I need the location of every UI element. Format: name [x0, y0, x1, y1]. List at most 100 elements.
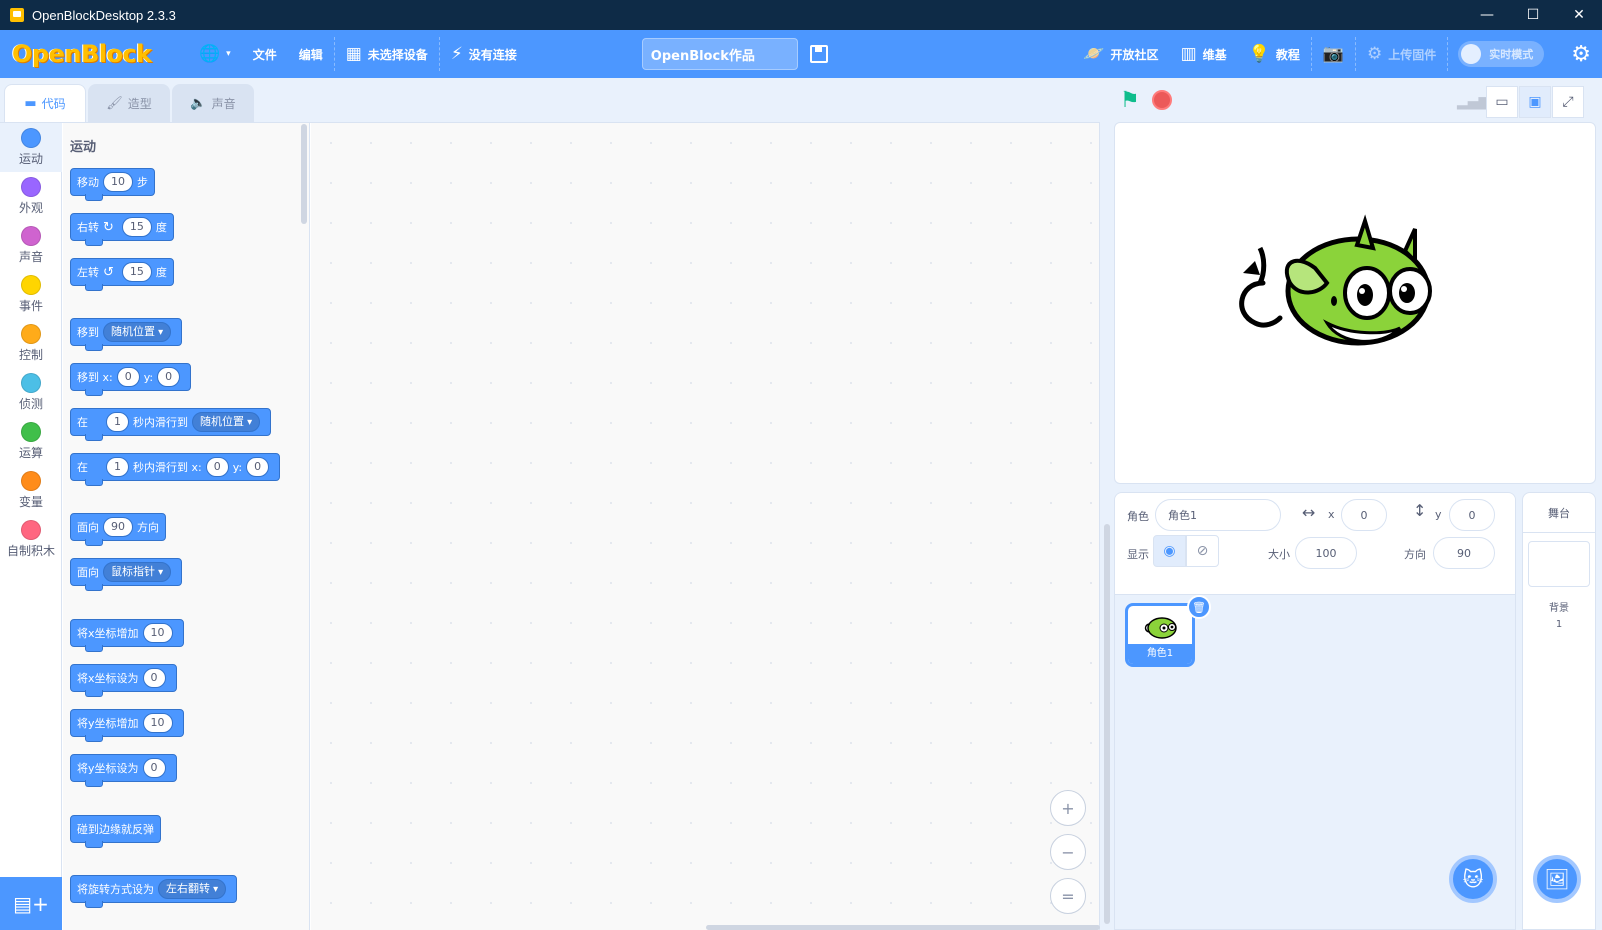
palette-heading: 运动	[70, 140, 97, 155]
block-input[interactable]: 15	[121, 262, 152, 282]
block-input[interactable]: 0	[157, 367, 181, 387]
block-set-x[interactable]: 将x坐标设为 0	[70, 664, 177, 697]
block-dropdown[interactable]: 随机位置	[192, 412, 261, 432]
block-input[interactable]: 1	[106, 412, 129, 432]
green-flag-icon[interactable]: ⚑	[1120, 90, 1142, 112]
category-looks[interactable]: 外观	[0, 172, 62, 221]
block-input[interactable]: 0	[205, 457, 229, 477]
category-sound[interactable]: 声音	[0, 221, 62, 270]
block-dropdown[interactable]: 左右翻转	[158, 879, 227, 899]
tab-costumes[interactable]: 🖌 造型	[88, 84, 170, 122]
edit-menu[interactable]: 编辑	[288, 30, 334, 78]
stage-panel-title: 舞台	[1523, 493, 1595, 533]
community-button[interactable]: 🪐 开放社区	[1072, 30, 1169, 78]
block-turn-right[interactable]: 右转 ↻ 15 度	[70, 213, 174, 246]
block-point-towards[interactable]: 面向 鼠标指针	[70, 558, 183, 591]
block-input[interactable]: 90	[103, 517, 133, 537]
add-backdrop-button[interactable]: 🖼	[1533, 855, 1581, 903]
realtime-mode-toggle[interactable]: 实时模式	[1458, 41, 1545, 67]
stage-target-panel[interactable]: 舞台 背景 1 🖼	[1522, 492, 1596, 930]
close-button[interactable]: ✕	[1556, 0, 1602, 30]
block-rotation-style[interactable]: 将旋转方式设为 左右翻转	[70, 875, 238, 908]
zoom-out-button[interactable]: −	[1050, 834, 1086, 870]
save-icon[interactable]	[809, 45, 828, 63]
block-change-x[interactable]: 将x坐标增加 10	[70, 619, 184, 652]
hide-sprite-eye-icon[interactable]: ⊘	[1186, 535, 1219, 567]
script-workspace[interactable]	[311, 123, 1100, 930]
minimize-button[interactable]: —	[1464, 0, 1510, 30]
category-dot	[21, 324, 41, 344]
palette-scrollbar[interactable]	[301, 124, 307, 224]
settings-gear-icon[interactable]: ⚙	[1560, 30, 1602, 78]
y-input[interactable]: 0	[1449, 499, 1495, 531]
upload-firmware-button[interactable]: ⚙ 上传固件	[1356, 30, 1447, 78]
direction-input[interactable]: 90	[1433, 537, 1495, 569]
file-menu[interactable]: 文件	[242, 30, 288, 78]
wiki-button[interactable]: ▥ 维基	[1170, 30, 1238, 78]
block-move-steps[interactable]: 移动 10 步	[70, 168, 155, 201]
connection-button[interactable]: ⚡ 没有连接	[440, 30, 528, 78]
fullscreen-button[interactable]: ⤢	[1552, 86, 1584, 118]
stage-canvas[interactable]	[1114, 122, 1596, 484]
block-dropdown[interactable]: 鼠标指针	[103, 562, 172, 582]
delete-sprite-button[interactable]: 🗑	[1187, 595, 1211, 619]
workspace-horizontal-scrollbar[interactable]	[706, 925, 1100, 930]
block-input[interactable]: 0	[142, 758, 166, 778]
tab-code[interactable]: ▬ 代码	[4, 84, 86, 122]
show-sprite-eye-icon[interactable]: ◉	[1153, 535, 1186, 567]
category-operators[interactable]: 运算	[0, 417, 62, 466]
add-sprite-button[interactable]: 🐱	[1449, 855, 1497, 903]
block-input[interactable]: 10	[142, 713, 173, 733]
category-dot	[21, 226, 41, 246]
zoom-in-button[interactable]: +	[1050, 790, 1086, 826]
block-turn-left[interactable]: 左转 ↺ 15 度	[70, 258, 174, 291]
x-label: x	[1328, 508, 1335, 521]
block-dropdown[interactable]: 随机位置	[103, 322, 172, 342]
block-set-y[interactable]: 将y坐标设为 0	[70, 754, 177, 787]
toggle-knob	[1461, 44, 1482, 64]
maximize-button[interactable]: ☐	[1510, 0, 1556, 30]
block-point-direction[interactable]: 面向 90 方向	[70, 513, 166, 546]
category-sensing[interactable]: 侦测	[0, 368, 62, 417]
unplugged-icon: ⚡	[450, 43, 463, 64]
large-stage-button[interactable]: ▣	[1519, 86, 1551, 118]
block-palette: 运动 移动10步 右转↻15度 左转↺15度 移到随机位置 移到 x:0y:0 …	[63, 123, 310, 930]
block-input[interactable]: 15	[121, 217, 152, 237]
sprite-tile[interactable]: 角色1	[1125, 603, 1195, 667]
block-change-y[interactable]: 将y坐标增加 10	[70, 709, 184, 742]
tab-sounds[interactable]: 🔈 声音	[172, 84, 254, 122]
category-events[interactable]: 事件	[0, 270, 62, 319]
tutorial-button[interactable]: 💡 教程	[1238, 30, 1311, 78]
device-select-button[interactable]: ▦ 未选择设备	[335, 30, 439, 78]
zoom-reset-button[interactable]: =	[1050, 878, 1086, 914]
screenshot-button[interactable]: 📷	[1312, 30, 1355, 78]
block-input[interactable]: 1	[106, 457, 129, 477]
category-variables[interactable]: 变量	[0, 466, 62, 515]
add-extension-button[interactable]: ▤+	[0, 877, 62, 930]
project-title-input[interactable]: OpenBlock作品	[641, 38, 798, 70]
block-goto-xy[interactable]: 移到 x: 0 y: 0	[70, 363, 192, 396]
block-glide-to[interactable]: 在 1 秒内滑行到 随机位置	[70, 408, 272, 441]
block-glide-xy[interactable]: 在 1 秒内滑行到 x: 0 y: 0	[70, 453, 281, 486]
cat-add-icon: 🐱	[1462, 867, 1484, 891]
block-input[interactable]: 10	[103, 172, 133, 192]
category-dot	[21, 520, 41, 540]
sprite-name-input[interactable]: 角色1	[1155, 499, 1281, 531]
category-my-blocks[interactable]: 自制积木	[0, 515, 62, 564]
block-input[interactable]: 0	[116, 367, 140, 387]
block-input[interactable]: 0	[142, 668, 166, 688]
block-goto[interactable]: 移到 随机位置	[70, 318, 183, 351]
openblock-logo[interactable]: OpenBlock	[12, 39, 174, 69]
x-input[interactable]: 0	[1341, 499, 1387, 531]
stop-icon[interactable]	[1152, 90, 1172, 110]
small-stage-button[interactable]: ▭	[1486, 86, 1518, 118]
workspace-vertical-scrollbar[interactable]	[1104, 524, 1110, 924]
language-menu[interactable]: 🌐 ▾	[188, 30, 242, 78]
size-input[interactable]: 100	[1295, 537, 1357, 569]
block-input[interactable]: 10	[142, 623, 173, 643]
block-bounce-on-edge[interactable]: 碰到边缘就反弹	[70, 815, 161, 848]
sprite-tile-name: 角色1	[1128, 644, 1192, 664]
block-input[interactable]: 0	[246, 457, 270, 477]
category-control[interactable]: 控制	[0, 319, 62, 368]
category-motion[interactable]: 运动	[0, 123, 62, 172]
